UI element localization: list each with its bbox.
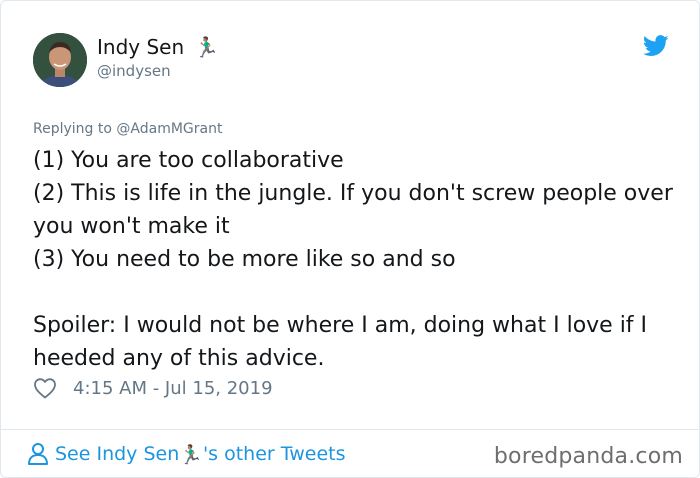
- replying-to: Replying to @AdamMGrant: [33, 121, 222, 137]
- see-other-emoji: 🏃🏽‍♂️: [179, 443, 203, 466]
- tweet-text: (1) You are too collaborative (2) This i…: [33, 148, 673, 371]
- see-other-suffix[interactable]: 's other Tweets: [203, 443, 346, 465]
- see-other-tweets-link[interactable]: See Indy Sen 🏃🏽‍♂️ 's other Tweets: [27, 442, 345, 466]
- footer-divider: [1, 429, 700, 430]
- runner-emoji-icon: 🏃🏽‍♂️: [194, 35, 220, 59]
- avatar-photo: [33, 33, 87, 87]
- tweet-timestamp[interactable]: 4:15 AM - Jul 15, 2019: [73, 378, 273, 399]
- tweet-card: Indy Sen 🏃🏽‍♂️ @indysen Replying to @Ada…: [0, 0, 700, 478]
- author-display-name[interactable]: Indy Sen: [97, 35, 184, 59]
- see-other-prefix[interactable]: See Indy Sen: [55, 443, 179, 465]
- tweet-meta-row: 4:15 AM - Jul 15, 2019: [33, 377, 273, 399]
- author-name-row[interactable]: Indy Sen 🏃🏽‍♂️: [97, 35, 219, 59]
- avatar[interactable]: [33, 33, 87, 87]
- twitter-bird-icon[interactable]: [643, 35, 669, 57]
- person-icon: [28, 443, 48, 465]
- heart-icon[interactable]: [33, 377, 57, 399]
- boredpanda-watermark: boredpanda.com: [493, 444, 683, 469]
- replying-prefix: Replying to: [33, 121, 117, 137]
- reply-mention-link[interactable]: @AdamMGrant: [116, 121, 222, 137]
- author-handle[interactable]: @indysen: [97, 62, 171, 80]
